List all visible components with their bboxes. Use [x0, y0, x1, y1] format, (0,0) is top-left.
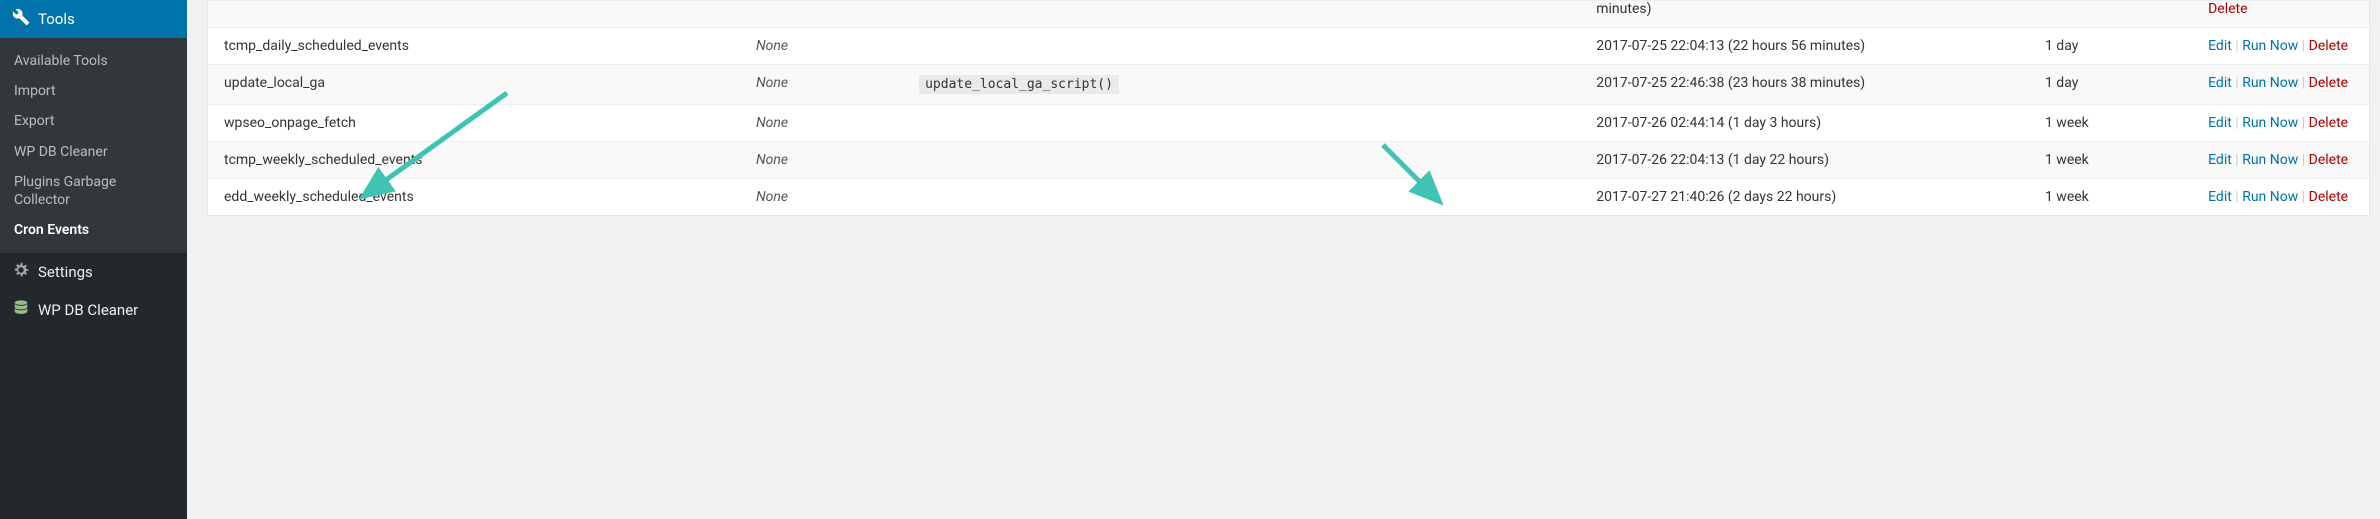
sidebar-item-wp-db-cleaner[interactable]: WP DB Cleaner: [0, 137, 187, 167]
action-hook-cell: [909, 142, 1586, 179]
table-row: wpseo_onpage_fetchNone 2017-07-26 02:44:1…: [208, 105, 2370, 142]
row-actions-cell: Edit | Run Now | Delete: [2198, 65, 2369, 105]
sidebar-item-available-tools[interactable]: Available Tools: [0, 46, 187, 76]
separator: |: [2298, 38, 2308, 54]
row-actions-cell: Edit | Run Now | Delete: [2198, 105, 2369, 142]
args-cell: None: [746, 179, 909, 216]
args-cell: None: [746, 105, 909, 142]
run-now-link[interactable]: Run Now: [2242, 75, 2298, 91]
delete-link[interactable]: Delete: [2309, 152, 2348, 168]
hook-cell: tcmp_daily_scheduled_events: [208, 28, 746, 65]
recurrence-cell: 1 week: [2035, 105, 2198, 142]
recurrence-cell: 1 day: [2035, 28, 2198, 65]
main-content: minutes)Deletetcmp_daily_scheduled_event…: [187, 0, 2380, 519]
sidebar-item-export[interactable]: Export: [0, 106, 187, 136]
sidebar-item-settings[interactable]: Settings: [0, 253, 187, 291]
separator: |: [2298, 152, 2308, 168]
args-cell: None: [746, 142, 909, 179]
edit-link[interactable]: Edit: [2208, 38, 2232, 54]
recurrence-cell: 1 day: [2035, 65, 2198, 105]
sidebar-item-plugins-garbage-collector[interactable]: Plugins Garbage Collector: [0, 167, 187, 215]
sidebar-active-label: Tools: [38, 10, 75, 28]
hook-cell: edd_weekly_scheduled_events: [208, 179, 746, 216]
sidebar-settings-label: Settings: [38, 263, 93, 281]
delete-link[interactable]: Delete: [2309, 115, 2348, 131]
separator: |: [2232, 152, 2242, 168]
sidebar-submenu: Available Tools Import Export WP DB Clea…: [0, 38, 187, 253]
row-actions-cell: Edit | Run Now | Delete: [2198, 142, 2369, 179]
separator: |: [2298, 75, 2308, 91]
sidebar-item-cron-events[interactable]: Cron Events: [0, 215, 187, 245]
edit-link[interactable]: Edit: [2208, 152, 2232, 168]
sidebar-item-wp-db-cleaner-top[interactable]: WP DB Cleaner: [0, 291, 187, 329]
table-row: minutes) Delete: [208, 1, 2370, 28]
sidebar-item-tools[interactable]: Tools: [0, 0, 187, 38]
action-hook-cell: update_local_ga_script(): [909, 65, 1586, 105]
separator: |: [2232, 75, 2242, 91]
delete-link[interactable]: Delete: [2208, 1, 2247, 17]
cron-events-table: minutes)Deletetcmp_daily_scheduled_event…: [207, 0, 2370, 216]
separator: |: [2232, 115, 2242, 131]
action-hook-cell: [909, 105, 1586, 142]
action-hook-cell: [909, 28, 1586, 65]
admin-sidebar: Tools Available Tools Import Export WP D…: [0, 0, 187, 519]
delete-link[interactable]: Delete: [2309, 75, 2348, 91]
recurrence-cell: 1 week: [2035, 179, 2198, 216]
settings-icon: [12, 261, 30, 283]
args-cell: None: [746, 65, 909, 105]
separator: |: [2232, 38, 2242, 54]
edit-link[interactable]: Edit: [2208, 189, 2232, 205]
run-now-link[interactable]: Run Now: [2242, 189, 2298, 205]
next-run-cell: 2017-07-26 22:04:13 (1 day 22 hours): [1586, 142, 2035, 179]
table-row: tcmp_daily_scheduled_eventsNone 2017-07-2…: [208, 28, 2370, 65]
hook-cell: wpseo_onpage_fetch: [208, 105, 746, 142]
next-run-cell: minutes): [1586, 1, 2035, 28]
wrench-icon: [12, 8, 30, 30]
hook-cell: tcmp_weekly_scheduled_events: [208, 142, 746, 179]
action-hook-cell: [909, 1, 1586, 28]
sidebar-db-cleaner-label: WP DB Cleaner: [38, 301, 138, 319]
action-hook-cell: [909, 179, 1586, 216]
sidebar-item-import[interactable]: Import: [0, 76, 187, 106]
recurrence-cell: [2035, 1, 2198, 28]
database-icon: [12, 299, 30, 321]
next-run-cell: 2017-07-25 22:46:38 (23 hours 38 minutes…: [1586, 65, 2035, 105]
delete-link[interactable]: Delete: [2309, 189, 2348, 205]
table-row: update_local_gaNone update_local_ga_scrip…: [208, 65, 2370, 105]
edit-link[interactable]: Edit: [2208, 115, 2232, 131]
recurrence-cell: 1 week: [2035, 142, 2198, 179]
next-run-cell: 2017-07-25 22:04:13 (22 hours 56 minutes…: [1586, 28, 2035, 65]
separator: |: [2232, 189, 2242, 205]
table-row: edd_weekly_scheduled_eventsNone 2017-07-2…: [208, 179, 2370, 216]
next-run-cell: 2017-07-27 21:40:26 (2 days 22 hours): [1586, 179, 2035, 216]
table-row: tcmp_weekly_scheduled_eventsNone 2017-07-…: [208, 142, 2370, 179]
run-now-link[interactable]: Run Now: [2242, 115, 2298, 131]
delete-link[interactable]: Delete: [2309, 38, 2348, 54]
args-cell: None: [746, 28, 909, 65]
code-badge: update_local_ga_script(): [919, 75, 1119, 94]
hook-cell: [208, 1, 746, 28]
edit-link[interactable]: Edit: [2208, 75, 2232, 91]
args-cell: [746, 1, 909, 28]
separator: |: [2298, 115, 2308, 131]
separator: |: [2298, 189, 2308, 205]
next-run-cell: 2017-07-26 02:44:14 (1 day 3 hours): [1586, 105, 2035, 142]
row-actions-cell: Edit | Run Now | Delete: [2198, 28, 2369, 65]
run-now-link[interactable]: Run Now: [2242, 152, 2298, 168]
run-now-link[interactable]: Run Now: [2242, 38, 2298, 54]
row-actions-cell: Edit | Run Now | Delete: [2198, 179, 2369, 216]
row-actions-cell: Delete: [2198, 1, 2369, 28]
hook-cell: update_local_ga: [208, 65, 746, 105]
